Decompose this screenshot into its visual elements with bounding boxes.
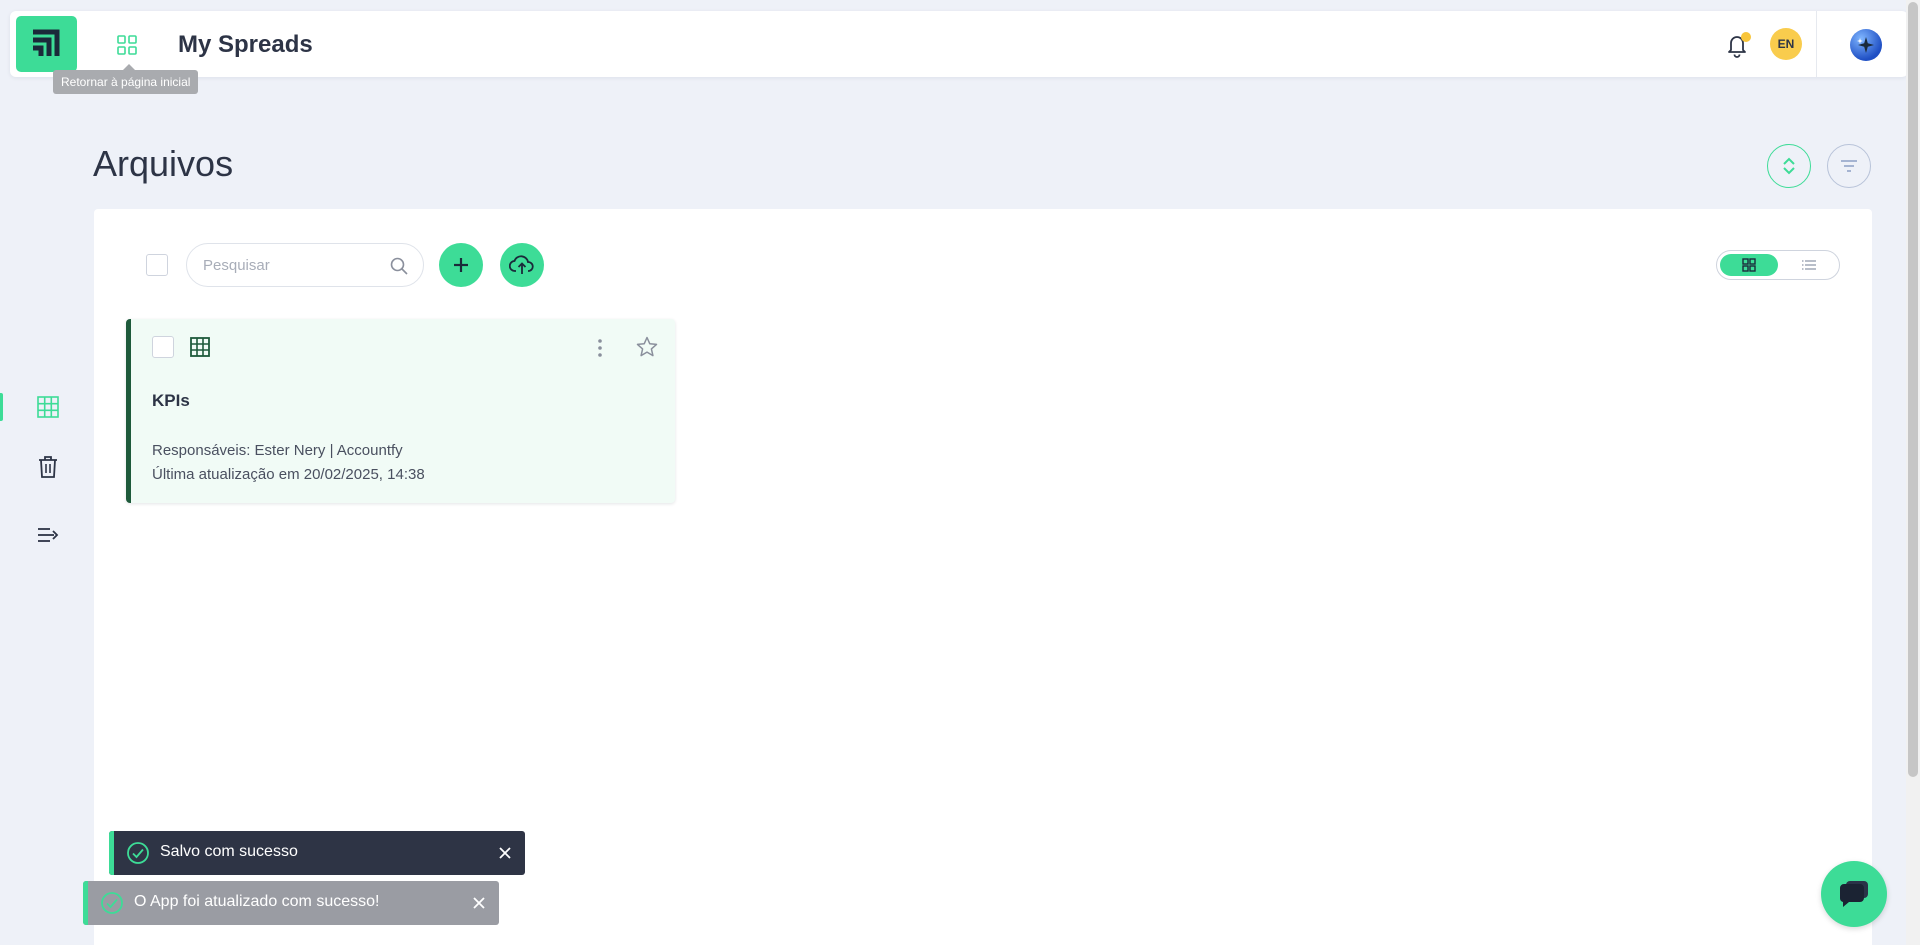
apps-tooltip: Retornar à página inicial (53, 64, 199, 94)
select-all-checkbox[interactable] (146, 254, 168, 276)
toast-saved: Salvo com sucesso (109, 831, 525, 875)
check-circle-icon (127, 842, 149, 864)
apps-grid-icon[interactable] (115, 33, 139, 57)
sidebar-item-trash[interactable] (34, 453, 62, 481)
table-icon (37, 396, 59, 418)
search-box (186, 243, 424, 287)
grid-view-button[interactable] (1720, 254, 1778, 276)
page-title: Arquivos (93, 143, 234, 184)
page-scrollbar[interactable] (1906, 0, 1920, 945)
cloud-upload-icon (509, 255, 534, 274)
trash-icon (39, 456, 57, 478)
view-toggle (1716, 250, 1840, 280)
top-bar: My Spreads EN (10, 11, 1908, 77)
header-divider (1816, 11, 1817, 77)
app-title: My Spreads (178, 31, 313, 58)
upload-file-button[interactable] (500, 243, 544, 287)
check-circle-icon (101, 892, 123, 914)
close-icon[interactable] (469, 893, 489, 913)
logo-icon[interactable] (16, 16, 77, 72)
plus-icon (454, 258, 468, 272)
more-options-icon[interactable] (596, 337, 604, 359)
toast-app-updated: O App foi atualizado com sucesso! (83, 881, 499, 925)
filter-button[interactable] (1827, 144, 1871, 188)
close-icon[interactable] (495, 843, 515, 863)
toast-message: O App foi atualizado com sucesso! (134, 893, 380, 910)
bell-icon[interactable] (1722, 30, 1752, 60)
search-icon[interactable] (389, 256, 409, 276)
list-view-button[interactable] (1781, 254, 1837, 276)
sidebar-item-spreadsheets[interactable] (34, 393, 62, 421)
file-card[interactable]: KPIs Responsáveis: Ester Nery | Accountf… (126, 319, 675, 503)
language-badge[interactable]: EN (1770, 28, 1802, 60)
toast-message: Salvo com sucesso (160, 843, 298, 860)
grid-view-icon (1742, 258, 1756, 272)
spreadsheet-icon (190, 337, 210, 357)
list-view-icon (1802, 260, 1816, 270)
toast-accent-bar (83, 881, 88, 925)
chat-icon (1839, 881, 1868, 907)
file-checkbox[interactable] (152, 336, 174, 358)
filter-icon (1841, 160, 1857, 172)
file-owners: Responsáveis: Ester Nery | Accountfy (152, 442, 403, 459)
expand-menu-icon (38, 528, 59, 542)
sidebar-item-expand[interactable] (34, 521, 62, 549)
file-title: KPIs (152, 391, 190, 410)
add-file-button[interactable] (439, 243, 483, 287)
notification-dot (1741, 32, 1751, 42)
sort-button[interactable] (1767, 144, 1811, 188)
star-icon[interactable] (635, 335, 659, 359)
chat-button[interactable] (1821, 861, 1887, 927)
toast-accent-bar (109, 831, 114, 875)
file-updated: Última atualização em 20/02/2025, 14:38 (152, 466, 425, 483)
sidebar-active-indicator (0, 393, 3, 421)
search-input[interactable] (203, 254, 383, 276)
scrollbar-thumb[interactable] (1908, 2, 1918, 777)
sort-icon (1783, 157, 1795, 175)
sparkle-icon[interactable] (1850, 29, 1882, 61)
